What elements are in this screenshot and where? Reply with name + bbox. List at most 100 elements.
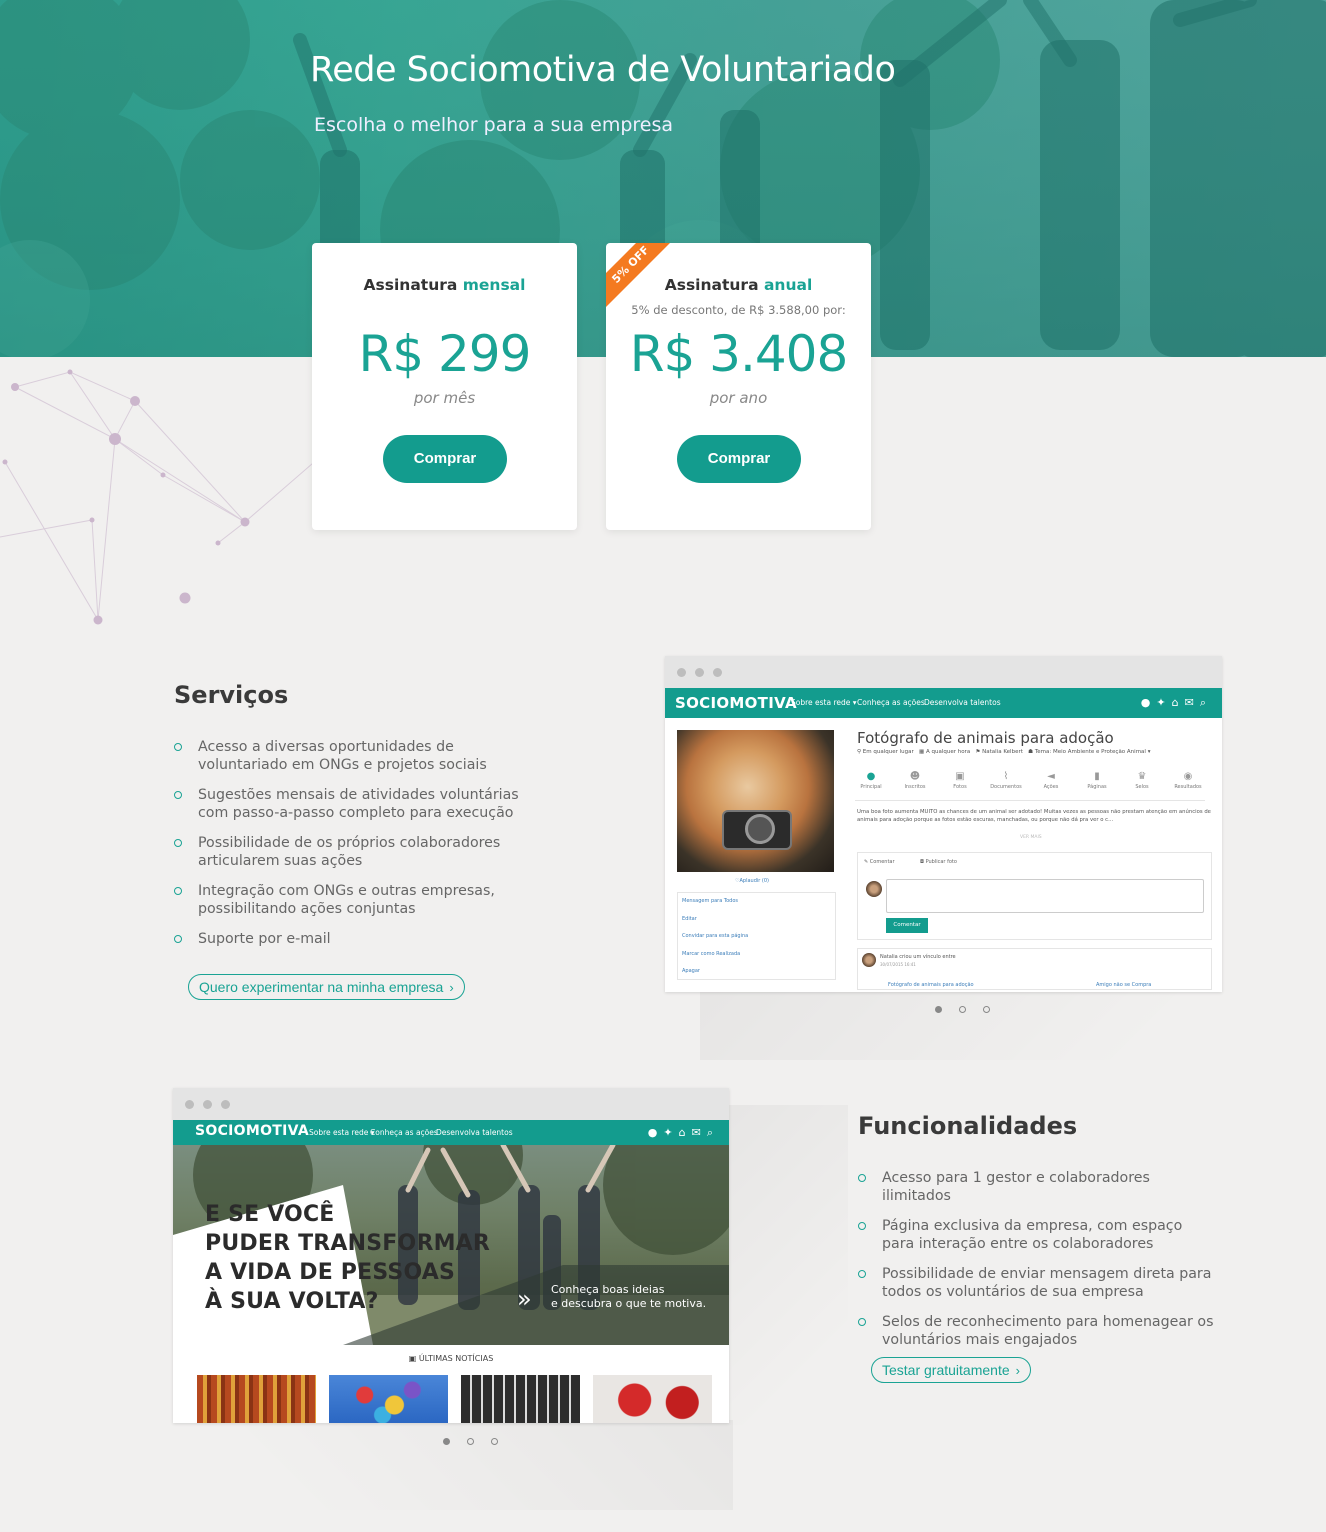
page-title: Rede Sociomotiva de Voluntariado bbox=[310, 50, 896, 90]
activity-link[interactable]: Fotógrafo de animais para adoção bbox=[888, 982, 974, 988]
button-label: Testar gratuitamente bbox=[882, 1361, 1010, 1378]
mail-icon[interactable]: ✉ bbox=[692, 1126, 707, 1139]
buy-annual-button[interactable]: Comprar bbox=[677, 435, 801, 483]
hero-cta-text[interactable]: Conheça boas ideias e descubra o que te … bbox=[551, 1283, 706, 1311]
plan-period: por ano bbox=[709, 389, 768, 407]
tab-principal[interactable]: ● Principal bbox=[853, 771, 889, 790]
headline-line: E SE VOCÊ bbox=[205, 1202, 335, 1227]
plan-title-accent: mensal bbox=[462, 276, 526, 294]
action-meta: ⚲ Em qualquer lugar ▦ A qualquer hora ⚑ … bbox=[857, 749, 1150, 755]
tab-fotos[interactable]: ▣ Fotos bbox=[942, 771, 978, 790]
chevron-right-icon: › bbox=[1015, 1362, 1020, 1378]
list-item-text: Possibilidade de enviar mensagem direta … bbox=[882, 1266, 1212, 1300]
applaud-label: Aplaudir (0) bbox=[739, 878, 769, 884]
results-icon: ◉ bbox=[1183, 771, 1193, 782]
app-menu-item[interactable]: Desenvolva talentos bbox=[924, 698, 1001, 707]
meta-author: Natalia Kelbert bbox=[982, 749, 1023, 755]
applaud-link[interactable]: ♡Aplaudir (0) bbox=[735, 878, 769, 884]
page-subtitle: Escolha o melhor para a sua empresa bbox=[314, 114, 674, 136]
megaphone-icon: ◄ bbox=[1047, 771, 1055, 782]
side-menu-item[interactable]: Marcar como Realizada bbox=[678, 946, 835, 964]
mail-icon[interactable]: ✉ bbox=[1185, 696, 1200, 709]
search-icon[interactable]: ⌕ bbox=[707, 1126, 719, 1139]
app-menu-item[interactable]: Conheça as ações bbox=[857, 698, 925, 707]
services-list: Acesso a diversas oportunidades de volun… bbox=[174, 738, 544, 960]
carousel-dot[interactable] bbox=[466, 1438, 474, 1445]
side-menu-item[interactable]: Convidar para esta página bbox=[678, 928, 835, 946]
news-thumbnail[interactable] bbox=[197, 1375, 316, 1423]
browser-mockup-page: SOCIOMOTIVA Sobre esta rede ▾ Conheça as… bbox=[665, 656, 1222, 992]
tab-comment[interactable]: ✎ Comentar bbox=[864, 859, 895, 865]
bullet-icon bbox=[174, 887, 182, 895]
browser-titlebar bbox=[173, 1088, 729, 1120]
avatar-icon[interactable]: ● bbox=[648, 1126, 664, 1139]
comment-button[interactable]: Comentar bbox=[886, 918, 928, 933]
see-more-link[interactable]: VER MAIS bbox=[1020, 835, 1042, 840]
home-icon[interactable]: ⌂ bbox=[1172, 696, 1185, 709]
app-nav-icons: ●✦⌂✉⌕ bbox=[648, 1126, 719, 1140]
app-menu-item[interactable]: Sobre esta rede ▾ bbox=[309, 1128, 375, 1137]
chevron-right-icon: › bbox=[449, 979, 454, 995]
avatar bbox=[866, 881, 882, 897]
window-dot-icon bbox=[203, 1100, 212, 1109]
plan-price: R$ 3.408 bbox=[629, 325, 849, 383]
tab-label: Documentos bbox=[990, 784, 1022, 790]
comment-input[interactable] bbox=[886, 879, 1204, 913]
list-item-text: Suporte por e-mail bbox=[198, 931, 331, 947]
carousel-dot[interactable] bbox=[490, 1438, 498, 1445]
list-item: Integração com ONGs e outras empresas, p… bbox=[174, 882, 544, 918]
news-thumbnail[interactable] bbox=[461, 1375, 580, 1423]
activity-link[interactable]: Amigo não se Compra bbox=[1096, 982, 1151, 988]
try-in-company-button[interactable]: Quero experimentar na minha empresa › bbox=[188, 974, 465, 1000]
list-item: Acesso a diversas oportunidades de volun… bbox=[174, 738, 544, 774]
side-menu-item[interactable]: Apagar bbox=[678, 963, 835, 981]
home-hero-image: E SE VOCÊ PUDER TRANSFORMAR A VIDA DE PE… bbox=[173, 1145, 729, 1345]
list-item-text: Selos de reconhecimento para homenagear … bbox=[882, 1314, 1214, 1348]
side-menu-item[interactable]: Editar bbox=[678, 911, 835, 929]
tab-inscritos[interactable]: ☻ Inscritos bbox=[897, 771, 933, 790]
list-item-text: Integração com ONGs e outras empresas, p… bbox=[198, 883, 495, 917]
search-icon[interactable]: ⌕ bbox=[1200, 696, 1212, 709]
news-thumbnail[interactable] bbox=[329, 1375, 448, 1423]
tab-acoes[interactable]: ◄ Ações bbox=[1033, 771, 1069, 790]
avatar bbox=[862, 953, 876, 967]
app-nav-icons: ●✦⌂✉⌕ bbox=[1141, 696, 1212, 710]
tab-publish-photo[interactable]: ◘ Publicar foto bbox=[920, 859, 957, 865]
action-title: Fotógrafo de animais para adoção bbox=[857, 729, 1114, 747]
plan-period: por mês bbox=[413, 389, 476, 407]
tab-label: Selos bbox=[1135, 784, 1149, 790]
app-menu-item[interactable]: Sobre esta rede ▾ bbox=[791, 698, 857, 707]
avatar-icon[interactable]: ● bbox=[1141, 696, 1157, 709]
app-menu-item[interactable]: Conheça as ações bbox=[370, 1128, 438, 1137]
window-dot-icon bbox=[695, 668, 704, 677]
paperclip-icon: ⌇ bbox=[1003, 771, 1009, 782]
side-menu-item[interactable]: Mensagem para Todos bbox=[678, 893, 835, 911]
list-item: Selos de reconhecimento para homenagear … bbox=[858, 1313, 1218, 1349]
carousel-dot[interactable] bbox=[958, 1006, 966, 1013]
tab-selos[interactable]: ♛ Selos bbox=[1124, 771, 1160, 790]
home-icon[interactable]: ⌂ bbox=[679, 1126, 692, 1139]
location-icon: ⚲ bbox=[857, 749, 862, 755]
list-item-text: Sugestões mensais de atividades voluntár… bbox=[198, 787, 519, 821]
tab-paginas[interactable]: ▮ Páginas bbox=[1079, 771, 1115, 790]
camera-lens-shape bbox=[745, 814, 775, 844]
news-thumbnail[interactable] bbox=[593, 1375, 712, 1423]
notification-icon[interactable]: ✦ bbox=[1156, 696, 1171, 709]
mockup-shadow bbox=[728, 1105, 848, 1425]
carousel-dot[interactable] bbox=[442, 1438, 450, 1445]
action-description: Uma boa foto aumenta MUITO as chances de… bbox=[857, 809, 1211, 823]
buy-monthly-button[interactable]: Comprar bbox=[383, 435, 507, 483]
plan-title-prefix: Assinatura bbox=[363, 276, 458, 294]
photo-icon: ▣ bbox=[955, 771, 965, 782]
carousel-dot[interactable] bbox=[982, 1006, 990, 1013]
try-free-button[interactable]: Testar gratuitamente › bbox=[871, 1357, 1031, 1383]
carousel-dot[interactable] bbox=[934, 1006, 942, 1013]
bullet-icon bbox=[858, 1174, 866, 1182]
tab-documentos[interactable]: ⌇ Documentos bbox=[988, 771, 1024, 790]
tab-resultados[interactable]: ◉ Resultados bbox=[1170, 771, 1206, 790]
rss-icon: ▣ bbox=[408, 1354, 417, 1363]
news-section-title: ▣ ÚLTIMAS NOTÍCIAS bbox=[173, 1354, 729, 1363]
app-menu-item[interactable]: Desenvolva talentos bbox=[436, 1128, 513, 1137]
notification-icon[interactable]: ✦ bbox=[663, 1126, 678, 1139]
info-icon: ● bbox=[866, 771, 876, 782]
